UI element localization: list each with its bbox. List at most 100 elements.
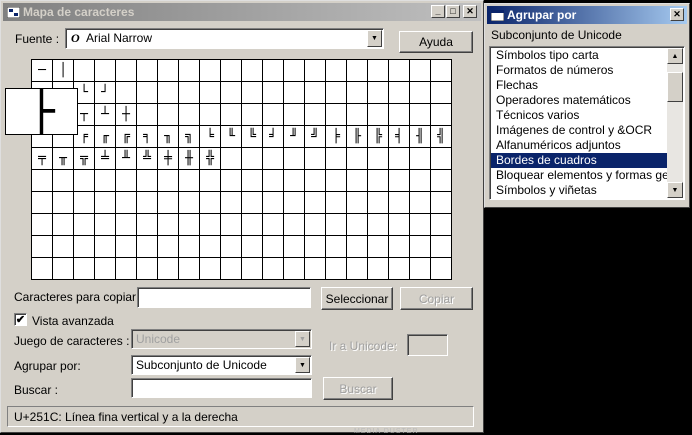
- character-cell[interactable]: [53, 258, 74, 280]
- character-cell[interactable]: [284, 82, 305, 104]
- character-cell[interactable]: [284, 170, 305, 192]
- character-cell[interactable]: [284, 148, 305, 170]
- character-cell[interactable]: [200, 236, 221, 258]
- character-cell[interactable]: [221, 60, 242, 82]
- character-cell[interactable]: [53, 170, 74, 192]
- character-cell[interactable]: [284, 192, 305, 214]
- character-cell[interactable]: ╠: [368, 126, 389, 148]
- character-cell[interactable]: [158, 258, 179, 280]
- character-cell[interactable]: [305, 148, 326, 170]
- character-cell[interactable]: [263, 82, 284, 104]
- font-combo[interactable]: O Arial Narrow ▼: [65, 28, 384, 49]
- character-cell[interactable]: [305, 258, 326, 280]
- character-cell[interactable]: [263, 236, 284, 258]
- character-cell[interactable]: ┘: [95, 82, 116, 104]
- character-cell[interactable]: [326, 258, 347, 280]
- character-cell[interactable]: [410, 192, 431, 214]
- help-button[interactable]: Ayuda: [399, 31, 473, 53]
- character-cell[interactable]: [137, 214, 158, 236]
- search-input[interactable]: [131, 378, 312, 398]
- character-cell[interactable]: [389, 236, 410, 258]
- character-cell[interactable]: [137, 236, 158, 258]
- character-cell[interactable]: [326, 192, 347, 214]
- character-cell[interactable]: [326, 236, 347, 258]
- character-cell[interactable]: [95, 192, 116, 214]
- character-cell[interactable]: ╦: [74, 148, 95, 170]
- character-cell[interactable]: [368, 82, 389, 104]
- character-cell[interactable]: [347, 82, 368, 104]
- subset-list-item[interactable]: Operadores matemáticos: [491, 93, 667, 108]
- character-cell[interactable]: [431, 82, 452, 104]
- character-cell[interactable]: ╥: [53, 148, 74, 170]
- close-button[interactable]: ✕: [463, 5, 477, 18]
- charset-dropdown-arrow-icon[interactable]: ▼: [295, 331, 310, 347]
- character-cell[interactable]: [200, 214, 221, 236]
- character-cell[interactable]: ╩: [137, 148, 158, 170]
- character-cell[interactable]: [179, 214, 200, 236]
- character-cell[interactable]: ╙: [221, 126, 242, 148]
- character-cell[interactable]: [284, 236, 305, 258]
- character-cell[interactable]: [116, 170, 137, 192]
- character-cell[interactable]: ╖: [158, 126, 179, 148]
- character-cell[interactable]: [116, 214, 137, 236]
- character-cell[interactable]: [389, 214, 410, 236]
- character-cell[interactable]: [95, 236, 116, 258]
- goto-unicode-input[interactable]: [407, 334, 448, 356]
- character-cell[interactable]: [221, 192, 242, 214]
- character-cell[interactable]: [137, 170, 158, 192]
- character-cell[interactable]: [200, 170, 221, 192]
- character-cell[interactable]: [242, 258, 263, 280]
- character-cell[interactable]: [389, 104, 410, 126]
- character-cell[interactable]: [137, 82, 158, 104]
- character-cell[interactable]: [368, 104, 389, 126]
- character-cell[interactable]: [368, 170, 389, 192]
- character-cell[interactable]: ╨: [116, 148, 137, 170]
- character-cell[interactable]: [326, 214, 347, 236]
- character-cell[interactable]: [116, 60, 137, 82]
- character-cell[interactable]: [389, 148, 410, 170]
- character-cell[interactable]: [431, 170, 452, 192]
- character-cell[interactable]: [242, 60, 263, 82]
- scroll-thumb[interactable]: [667, 72, 683, 102]
- character-cell[interactable]: [431, 148, 452, 170]
- character-cell[interactable]: [32, 170, 53, 192]
- character-cell[interactable]: [431, 258, 452, 280]
- character-cell[interactable]: [179, 82, 200, 104]
- character-cell[interactable]: [137, 258, 158, 280]
- character-cell[interactable]: [116, 258, 137, 280]
- character-cell[interactable]: [32, 214, 53, 236]
- character-cell[interactable]: [158, 104, 179, 126]
- character-cell[interactable]: ╬: [200, 148, 221, 170]
- character-cell[interactable]: [74, 236, 95, 258]
- character-cell[interactable]: [368, 192, 389, 214]
- character-cell[interactable]: [200, 258, 221, 280]
- character-cell[interactable]: ╝: [305, 126, 326, 148]
- character-cell[interactable]: [179, 192, 200, 214]
- character-cell[interactable]: [305, 236, 326, 258]
- character-cell[interactable]: [389, 192, 410, 214]
- character-cell[interactable]: [74, 192, 95, 214]
- minimize-button[interactable]: _: [431, 5, 445, 18]
- character-cell[interactable]: ╚: [242, 126, 263, 148]
- character-cell[interactable]: [305, 214, 326, 236]
- maximize-button[interactable]: □: [446, 5, 460, 18]
- scroll-down-arrow-icon[interactable]: ▼: [667, 182, 683, 198]
- character-cell[interactable]: [179, 170, 200, 192]
- character-cell[interactable]: [305, 82, 326, 104]
- character-cell[interactable]: [368, 214, 389, 236]
- character-cell[interactable]: [179, 258, 200, 280]
- character-cell[interactable]: [326, 148, 347, 170]
- character-cell[interactable]: [431, 214, 452, 236]
- character-cell[interactable]: [242, 82, 263, 104]
- subset-list-item[interactable]: Flechas: [491, 78, 667, 93]
- character-cell[interactable]: [368, 60, 389, 82]
- character-cell[interactable]: ╪: [158, 148, 179, 170]
- character-cell[interactable]: [431, 60, 452, 82]
- character-cell[interactable]: [263, 258, 284, 280]
- character-cell[interactable]: [74, 170, 95, 192]
- character-cell[interactable]: ─: [32, 60, 53, 82]
- character-cell[interactable]: [95, 170, 116, 192]
- character-grid[interactable]: ─ │ └ ┘ ┬ ┴ ┼ ╒ ╓ ╔ ╕ ╖ ╗ ╘ ╙ ╚ ╛ ╜ ╝ ╞ ╟ ╠ ╡ ╢ ╣ ╤ ╥ ╦ ╧ ╨ ╩ ╪ ╫ ╬: [31, 59, 452, 280]
- character-cell[interactable]: ╡: [389, 126, 410, 148]
- subset-list-item[interactable]: Bloquear elementos y formas ge: [491, 168, 667, 183]
